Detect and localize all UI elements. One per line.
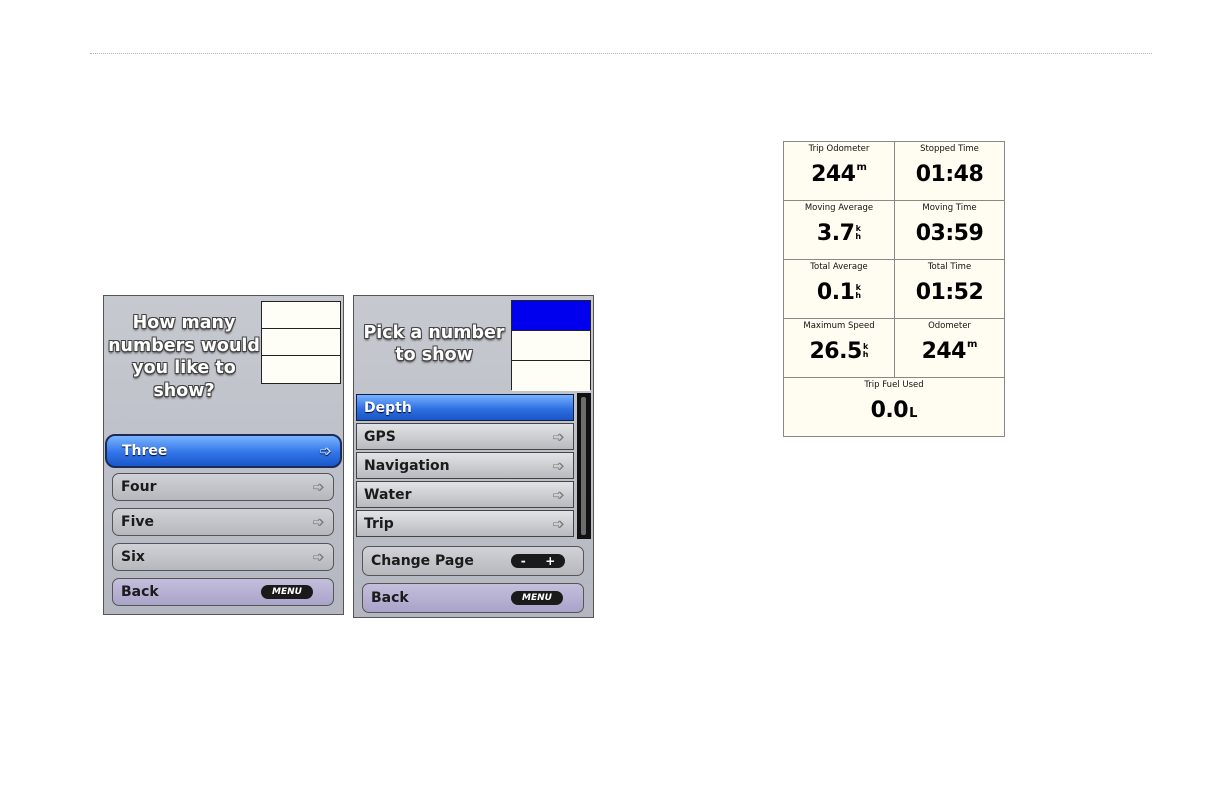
- option-label: Three: [122, 443, 168, 459]
- number-slot: [262, 302, 340, 329]
- chevron-right-icon: ➩: [312, 513, 325, 531]
- trip-cell[interactable]: Moving Average 3.7 k h: [783, 200, 895, 260]
- option-label: Four: [121, 479, 157, 495]
- change-page-label: Change Page: [371, 553, 474, 569]
- trip-cell[interactable]: Maximum Speed 26.5 k h: [783, 318, 895, 378]
- list-item-label: Water: [364, 486, 412, 503]
- change-page-button[interactable]: Change Page - +: [362, 546, 584, 576]
- list-item-depth[interactable]: Depth: [356, 394, 574, 421]
- option-four[interactable]: Four ➩: [112, 473, 334, 501]
- list-item-label: GPS: [364, 428, 396, 445]
- number-count-question: How many numbers would you like to show?: [108, 313, 260, 401]
- chevron-right-icon: ➩: [552, 485, 565, 504]
- trip-cell[interactable]: Total Time 01:52: [894, 259, 1005, 319]
- list-item-label: Navigation: [364, 457, 450, 474]
- chevron-right-icon: ➩: [312, 478, 325, 496]
- number-slot-active: [512, 301, 590, 331]
- chevron-right-icon: ➩: [552, 456, 565, 475]
- trip-cell-value: 03:59: [915, 221, 984, 246]
- option-label: Five: [121, 514, 154, 530]
- option-six[interactable]: Six ➩: [112, 543, 334, 571]
- trip-cell[interactable]: Trip Odometer 244m: [783, 141, 895, 201]
- trip-cell[interactable]: Moving Time 03:59: [894, 200, 1005, 260]
- list-item-label: Depth: [364, 399, 412, 416]
- chevron-right-icon: ➩: [552, 427, 565, 446]
- trip-cell-label: Maximum Speed: [803, 321, 875, 331]
- trip-cell-value: 244m: [811, 162, 867, 187]
- minus-key: -: [520, 554, 526, 568]
- menu-key-icon: MENU: [261, 585, 313, 599]
- trip-cell-label: Total Average: [810, 262, 868, 272]
- list-item-water[interactable]: Water ➩: [356, 481, 574, 508]
- trip-cell[interactable]: Total Average 0.1 k h: [783, 259, 895, 319]
- chevron-right-icon: ➩: [319, 442, 332, 460]
- list-item-gps[interactable]: GPS ➩: [356, 423, 574, 450]
- trip-cell-label: Trip Fuel Used: [864, 380, 924, 390]
- list-item-label: Trip: [364, 515, 394, 532]
- trip-cell-value: 244m: [921, 339, 978, 364]
- menu-key-icon: MENU: [511, 591, 563, 605]
- option-five[interactable]: Five ➩: [112, 508, 334, 536]
- trip-cell-value: 3.7 k h: [816, 221, 862, 246]
- list-scrollbar[interactable]: [577, 393, 591, 539]
- trip-data-screen: Trip Odometer 244m Stopped Time 01:48 Mo…: [783, 141, 1005, 437]
- back-label: Back: [121, 584, 159, 600]
- number-count-screen: How many numbers would you like to show?…: [103, 295, 344, 615]
- trip-cell[interactable]: Odometer 244m: [894, 318, 1005, 378]
- plus-key: +: [545, 554, 556, 568]
- trip-cell-value: 26.5 k h: [809, 339, 869, 364]
- number-slot: [512, 361, 590, 391]
- list-item-trip[interactable]: Trip ➩: [356, 510, 574, 537]
- list-item-navigation[interactable]: Navigation ➩: [356, 452, 574, 479]
- minus-plus-key-icon: - +: [511, 554, 565, 568]
- option-label: Six: [121, 549, 145, 565]
- pick-number-screen: Pick a number to show Depth GPS ➩ Naviga…: [353, 295, 594, 618]
- trip-cell-value: 0.0L: [870, 398, 918, 423]
- trip-cell-label: Moving Average: [804, 203, 874, 213]
- trip-cell-label: Total Time: [927, 262, 972, 272]
- trip-cell-label: Odometer: [928, 321, 971, 331]
- number-slot: [262, 329, 340, 356]
- back-button[interactable]: Back MENU: [362, 583, 584, 613]
- back-button[interactable]: Back MENU: [112, 578, 334, 606]
- trip-fuel-cell[interactable]: Trip Fuel Used 0.0L: [783, 377, 1005, 437]
- scrollbar-thumb[interactable]: [581, 397, 586, 535]
- pick-number-question: Pick a number to show: [363, 323, 505, 365]
- trip-cell[interactable]: Stopped Time 01:48: [894, 141, 1005, 201]
- trip-cell-value: 0.1 k h: [816, 280, 862, 305]
- trip-cell-value: 01:52: [915, 280, 984, 305]
- number-slot: [262, 356, 340, 383]
- trip-cell-value: 01:48: [915, 162, 984, 187]
- trip-cell-label: Moving Time: [922, 203, 977, 213]
- number-slots-preview: [511, 300, 591, 391]
- header-rule: [90, 53, 1152, 54]
- trip-cell-label: Trip Odometer: [808, 144, 870, 154]
- number-slots-preview: [261, 301, 341, 384]
- chevron-right-icon: ➩: [312, 548, 325, 566]
- back-label: Back: [371, 590, 409, 606]
- option-three[interactable]: Three ➩: [105, 434, 342, 468]
- chevron-right-icon: ➩: [552, 514, 565, 533]
- trip-cell-label: Stopped Time: [920, 144, 979, 154]
- number-slot: [512, 331, 590, 361]
